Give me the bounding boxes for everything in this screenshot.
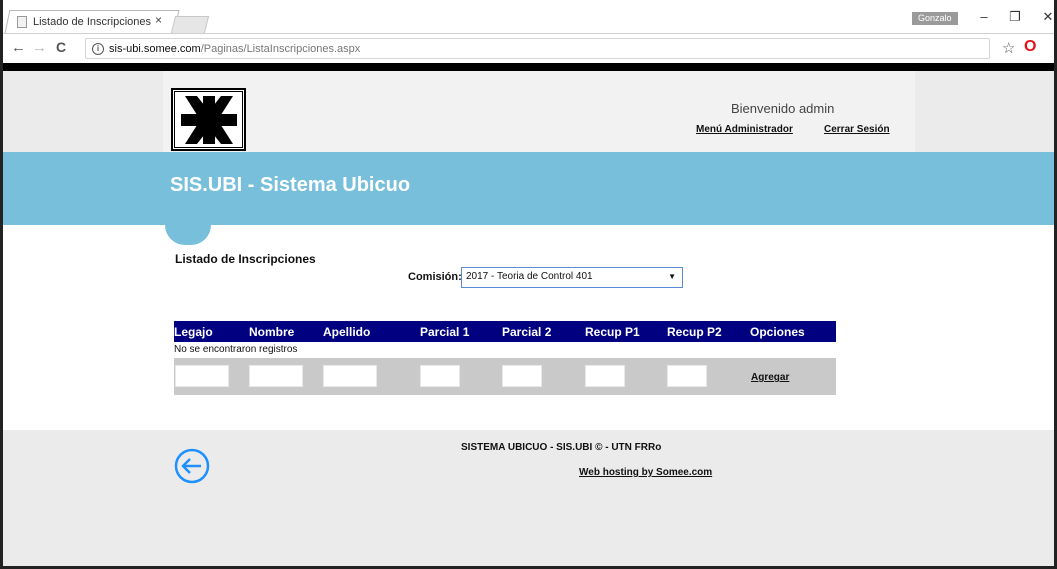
column-header-parcial-2: Parcial 2 (502, 325, 552, 339)
column-header-recup-p2: Recup P2 (667, 325, 722, 339)
minimize-icon[interactable]: – (969, 9, 999, 24)
parcial-1-input[interactable] (420, 365, 460, 387)
page-body: Bienvenido admin Menú Administrador Cerr… (3, 71, 1054, 566)
title-banner: SIS.UBI - Sistema Ubicuo (3, 152, 1054, 225)
recup-p1-input[interactable] (585, 365, 625, 387)
logout-link[interactable]: Cerrar Sesión (824, 124, 890, 135)
menu-admin-link[interactable]: Menú Administrador (696, 124, 793, 135)
comision-label: Comisión: (408, 271, 462, 283)
app-title: SIS.UBI - Sistema Ubicuo (170, 174, 411, 196)
page-title: Listado de Inscripciones (175, 252, 316, 266)
opera-icon[interactable]: O (1024, 38, 1036, 56)
tab-label-wrap[interactable]: Listado de Inscripciones (17, 12, 151, 32)
new-tab-button[interactable] (170, 16, 210, 33)
browser-window: Listado de Inscripciones × Gonzalo – ❐ ✕… (0, 0, 1057, 569)
column-header-recup-p1: Recup P1 (585, 325, 640, 339)
info-icon[interactable]: i (92, 42, 104, 55)
tab-strip: Listado de Inscripciones × Gonzalo – ❐ ✕ (3, 0, 1054, 33)
empty-message: No se encontraron registros (174, 344, 298, 355)
url-path: /Paginas/ListaInscripciones.aspx (200, 42, 361, 55)
comision-select[interactable]: 2017 - Teoria de Control 401 ▼ (461, 267, 683, 288)
add-link[interactable]: Agregar (751, 372, 789, 383)
back-circle-arrow-icon[interactable] (173, 447, 211, 485)
inscripciones-table: Legajo Nombre Apellido Parcial 1 Parcial… (174, 321, 836, 395)
close-window-icon[interactable]: ✕ (1033, 9, 1054, 25)
legajo-input[interactable] (175, 365, 229, 387)
footer-copyright: SISTEMA UBICUO - SIS.UBI © - UTN FRRo (461, 442, 662, 453)
column-header-legajo: Legajo (174, 325, 213, 339)
browser-toolbar: ← → C i sis-ubi.somee.com /Paginas/Lista… (3, 33, 1054, 63)
bookmark-star-icon[interactable]: ☆ (1002, 39, 1015, 57)
page-favicon-icon (17, 16, 27, 28)
column-header-opciones: Opciones (750, 325, 805, 339)
page-top-bar (3, 63, 1054, 71)
column-header-apellido: Apellido (323, 325, 371, 339)
column-header-parcial-1: Parcial 1 (420, 325, 470, 339)
utn-logo[interactable] (171, 88, 246, 151)
decorative-tab-shape (165, 225, 211, 245)
main-content: Listado de Inscripciones Comisión: 2017 … (3, 225, 1054, 430)
chevron-down-icon: ▼ (668, 272, 676, 281)
column-header-nombre: Nombre (249, 325, 295, 339)
hosting-link[interactable]: Web hosting by Somee.com (579, 467, 712, 478)
reload-icon[interactable]: C (56, 39, 66, 55)
recup-p2-input[interactable] (667, 365, 707, 387)
site-header: Bienvenido admin Menú Administrador Cerr… (163, 71, 915, 152)
tab-close-icon[interactable]: × (155, 13, 162, 27)
table-footer-row: Agregar (174, 358, 836, 395)
utn-emblem-icon (180, 95, 237, 144)
utn-logo-frame (174, 91, 243, 148)
url-host: sis-ubi.somee.com (109, 42, 201, 55)
apellido-input[interactable] (323, 365, 377, 387)
address-bar[interactable]: i sis-ubi.somee.com /Paginas/ListaInscri… (85, 38, 990, 59)
comision-selected-value: 2017 - Teoria de Control 401 (466, 271, 593, 282)
menu-kebab-icon[interactable]: ⋮ (1048, 38, 1054, 55)
tab-title: Listado de Inscripciones (33, 16, 152, 28)
restore-icon[interactable]: ❐ (1000, 9, 1030, 25)
welcome-text: Bienvenido admin (731, 101, 835, 116)
forward-arrow-icon[interactable]: → (32, 39, 47, 56)
nombre-input[interactable] (249, 365, 303, 387)
profile-badge[interactable]: Gonzalo (912, 12, 958, 25)
back-arrow-icon[interactable]: ← (11, 39, 26, 56)
parcial-2-input[interactable] (502, 365, 542, 387)
table-header-row: Legajo Nombre Apellido Parcial 1 Parcial… (174, 321, 836, 342)
site-footer: SISTEMA UBICUO - SIS.UBI © - UTN FRRo We… (3, 430, 1054, 566)
